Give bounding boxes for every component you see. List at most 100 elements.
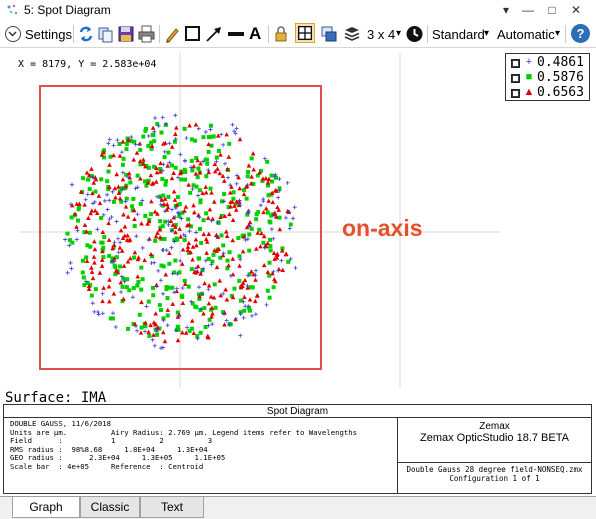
- legend-item-0[interactable]: + 0.4861: [511, 55, 591, 71]
- minimize-button[interactable]: —: [518, 1, 538, 19]
- spot-plus-point: [208, 127, 213, 132]
- spot-diagram-plot[interactable]: X = 8179, Y = 2.583e+04 on-axis + 0.4861…: [0, 48, 596, 406]
- text-tool-icon[interactable]: A: [249, 24, 261, 44]
- spot-triangle-point: [120, 177, 126, 182]
- arrow-tool-icon[interactable]: [205, 24, 223, 44]
- brand-label: Zemax: [479, 421, 510, 432]
- copy-icon[interactable]: [97, 24, 115, 44]
- spot-triangle-point: [204, 250, 209, 255]
- spot-square-point: [182, 278, 187, 283]
- info-line: Scale bar : 4e+05 Reference : Centroid: [10, 461, 204, 471]
- maximize-button[interactable]: □: [542, 1, 562, 19]
- cascade-windows-icon[interactable]: [320, 24, 338, 44]
- spot-square-point: [214, 155, 219, 160]
- tab-text[interactable]: Text: [140, 497, 204, 518]
- spot-plus-point: [105, 192, 110, 197]
- spot-square-point: [163, 182, 168, 187]
- spot-square-point: [208, 123, 213, 128]
- spot-plus-point: [68, 260, 73, 265]
- toolbar-divider: [73, 25, 74, 43]
- spot-plus-point: [134, 234, 139, 239]
- spot-plus-point: [152, 343, 157, 348]
- help-button[interactable]: ?: [571, 24, 590, 43]
- settings-label: Settings: [25, 27, 72, 42]
- spot-triangle-point: [224, 233, 230, 239]
- spot-plus-point: [279, 258, 284, 263]
- spot-triangle-point: [84, 170, 90, 175]
- spot-square-point: [213, 305, 218, 310]
- spot-plus-point: [85, 192, 90, 197]
- spot-square-point: [211, 134, 216, 139]
- print-icon[interactable]: [137, 24, 156, 44]
- spot-plus-point: [95, 227, 100, 232]
- spot-plus-point: [109, 214, 114, 219]
- spot-plus-point: [74, 237, 79, 242]
- layers-icon[interactable]: [343, 24, 361, 44]
- spot-plus-point: [130, 295, 135, 300]
- spot-plus-point: [234, 126, 239, 131]
- spot-square-point: [153, 238, 158, 243]
- rectangle-tool-icon[interactable]: [184, 24, 201, 44]
- spot-square-point: [165, 313, 170, 318]
- spot-triangle-point: [280, 267, 286, 272]
- spot-triangle-point: [122, 224, 128, 229]
- spot-square-point: [245, 170, 250, 175]
- spot-triangle-point: [89, 269, 95, 274]
- spot-square-point: [162, 155, 167, 160]
- chevron-down-icon: ▾: [484, 28, 490, 39]
- spot-triangle-point: [114, 171, 120, 177]
- tab-graph[interactable]: Graph: [12, 497, 80, 518]
- spot-diagram-canvas: on-axis: [20, 53, 500, 388]
- line-tool-icon[interactable]: [226, 24, 246, 44]
- spot-triangle-point: [82, 202, 87, 207]
- spot-square-point: [194, 184, 199, 189]
- spot-triangle-point: [121, 263, 127, 268]
- spot-square-point: [249, 226, 254, 231]
- spot-triangle-point: [142, 257, 147, 263]
- spot-square-point: [172, 139, 177, 144]
- spot-square-point: [160, 176, 165, 181]
- spot-triangle-point: [118, 280, 124, 285]
- clock-icon[interactable]: [405, 24, 424, 44]
- spot-square-point: [132, 255, 137, 260]
- spot-triangle-point: [230, 256, 236, 261]
- spot-square-point: [204, 211, 209, 216]
- lock-icon[interactable]: [274, 24, 288, 44]
- window-layout-icon[interactable]: [294, 23, 316, 43]
- spot-square-point: [267, 295, 272, 300]
- checkbox-icon[interactable]: [511, 74, 520, 83]
- spot-triangle-point: [222, 322, 227, 327]
- pin-dropdown-button[interactable]: ▾: [496, 1, 516, 19]
- configuration-label: Configuration 1 of 1: [449, 474, 540, 483]
- spot-square-point: [197, 256, 202, 261]
- checkbox-icon[interactable]: [511, 89, 520, 98]
- spot-triangle-point: [141, 157, 146, 162]
- info-panel-text: DOUBLE GAUSS, 11/6/2018 Units are µm. Air…: [10, 419, 357, 472]
- spot-square-point: [265, 288, 270, 293]
- spot-square-point: [186, 284, 191, 289]
- refresh-icon[interactable]: [77, 24, 95, 44]
- spot-plus-point: [160, 115, 165, 120]
- spot-triangle-point: [237, 136, 243, 142]
- checkbox-icon[interactable]: [511, 59, 520, 68]
- close-button[interactable]: ✕: [566, 1, 586, 19]
- tab-classic[interactable]: Classic: [80, 497, 140, 518]
- spot-triangle-point: [164, 202, 170, 207]
- spot-square-point: [146, 299, 151, 304]
- spot-triangle-point: [92, 260, 97, 265]
- spot-square-point: [120, 162, 125, 167]
- spot-square-point: [204, 157, 209, 162]
- spot-plus-point: [172, 290, 177, 295]
- pencil-icon[interactable]: [164, 24, 180, 44]
- spot-plus-point: [161, 291, 166, 296]
- legend-item-1[interactable]: ■ 0.5876: [511, 70, 591, 86]
- spot-plus-point: [160, 345, 165, 350]
- spot-plus-point: [112, 240, 117, 245]
- spot-square-point: [189, 267, 194, 272]
- legend-item-2[interactable]: ▲ 0.6563: [511, 85, 591, 101]
- toolbar-divider: [159, 25, 160, 43]
- save-icon[interactable]: [117, 24, 135, 44]
- spot-triangle-point: [99, 263, 105, 268]
- spot-triangle-point: [174, 125, 179, 130]
- spot-triangle-point: [210, 311, 215, 316]
